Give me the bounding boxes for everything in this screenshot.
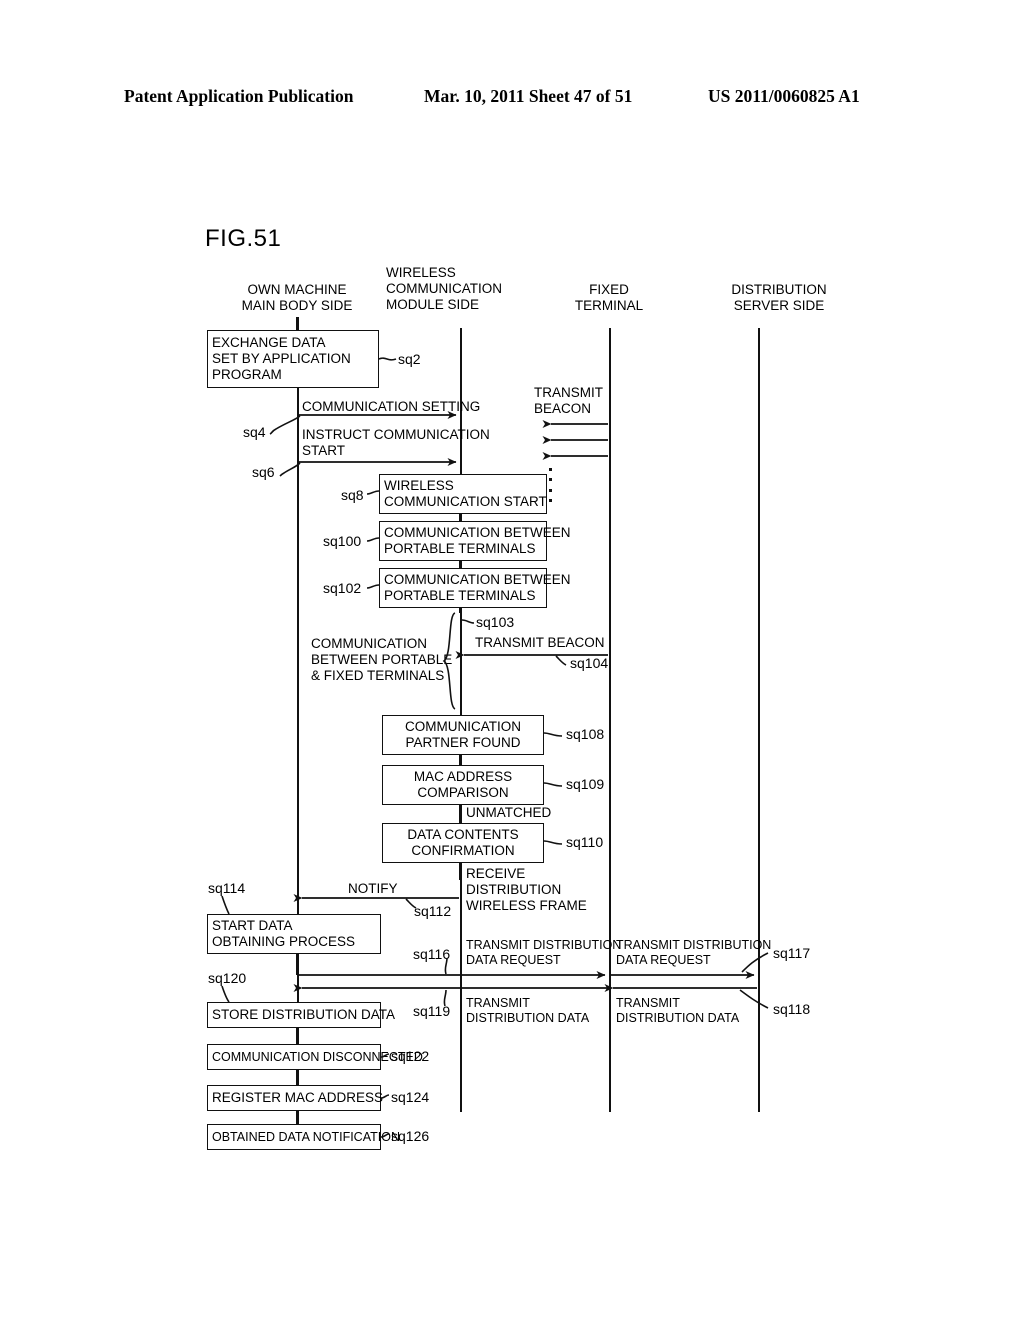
lane-title-own-machine: OWN MACHINE MAIN BODY SIDE <box>241 282 353 313</box>
ref-label-sq100: sq100 <box>323 533 362 549</box>
ref-label-sq8: sq8 <box>341 487 364 503</box>
diagram-vector-overlay <box>221 317 769 1138</box>
ref-label-sq120: sq120 <box>208 970 247 986</box>
ref-label-sq114: sq114 <box>208 880 246 896</box>
ref-label-sq108: sq108 <box>566 726 605 742</box>
process-box-sq109: MAC ADDRESS COMPARISON <box>382 765 544 805</box>
message-label-sq119: TRANSMIT DISTRIBUTION DATA <box>466 996 590 1025</box>
lane-title-fixed-terminal: FIXED TERMINAL <box>574 282 644 313</box>
process-box-sq102: COMMUNICATION BETWEEN PORTABLE TERMINALS <box>379 568 571 608</box>
leader-sq120 <box>221 985 230 1003</box>
process-box-sq8: WIRELESS COMMUNICATION START <box>379 474 547 514</box>
ref-label-sq110: sq110 <box>566 834 604 850</box>
ref-label-sq109: sq109 <box>566 776 605 792</box>
leader-sq4 <box>269 415 301 435</box>
patent-page: Patent Application Publication Mar. 10, … <box>0 0 1024 1320</box>
leader-sq100 <box>366 537 380 542</box>
process-box-sq2: EXCHANGE DATA SET BY APPLICATION PROGRAM <box>207 330 379 388</box>
annotation-bracket-label: COMMUNICATION BETWEEN PORTABLE & FIXED T… <box>311 636 453 683</box>
ref-label-sq104: sq104 <box>570 655 609 671</box>
annotation-unmatched: UNMATCHED <box>466 805 552 820</box>
leader-sq118 <box>739 989 769 1009</box>
leader-sq103 <box>461 619 475 624</box>
beacon-repeat-ellipsis <box>547 468 553 502</box>
message-label-beacon: TRANSMIT BEACON <box>534 385 603 416</box>
process-box-sq120: STORE DISTRIBUTION DATA <box>207 1002 395 1028</box>
leader-sq109 <box>543 782 563 787</box>
leader-sq104 <box>555 655 567 666</box>
header-date-sheet: Mar. 10, 2011 Sheet 47 of 51 <box>424 86 633 106</box>
message-label-sq104: TRANSMIT BEACON <box>475 635 605 650</box>
ref-label-sq6: sq6 <box>252 464 275 480</box>
process-box-sq100: COMMUNICATION BETWEEN PORTABLE TERMINALS <box>379 521 571 561</box>
leader-sq108 <box>543 732 563 737</box>
leader-sq110 <box>543 840 563 845</box>
process-box-sq124: REGISTER MAC ADDRESS <box>207 1085 383 1111</box>
leader-sq102 <box>366 584 380 589</box>
leader-sq2 <box>378 357 397 361</box>
ref-label-sq117: sq117 <box>773 945 811 961</box>
ref-label-sq112: sq112 <box>414 903 452 919</box>
message-label-sq116: TRANSMIT DISTRIBUTION DATA REQUEST <box>466 938 622 967</box>
ref-label-sq124: sq124 <box>391 1089 430 1105</box>
process-box-sq126: OBTAINED DATA NOTIFICATION <box>207 1124 400 1150</box>
ref-label-sq118: sq118 <box>773 1001 811 1017</box>
ref-label-sq119: sq119 <box>413 1003 451 1019</box>
message-label-sq118: TRANSMIT DISTRIBUTION DATA <box>616 996 740 1025</box>
ref-label-sq116: sq116 <box>413 946 451 962</box>
message-label-sq112: NOTIFY <box>348 881 398 896</box>
process-box-sq108: COMMUNICATION PARTNER FOUND <box>382 715 544 755</box>
lifeline-fixed-terminal <box>609 328 611 1112</box>
process-box-sq114: START DATA OBTAINING PROCESS <box>207 914 381 954</box>
ref-label-sq122: sq122 <box>391 1048 430 1064</box>
process-box-sq122: COMMUNICATION DISCONNECTED <box>207 1044 423 1070</box>
ref-label-sq4: sq4 <box>243 424 266 440</box>
lane-title-wireless-module: WIRELESS COMMUNICATION MODULE SIDE <box>386 265 502 312</box>
message-label-sq117: TRANSMIT DISTRIBUTION DATA REQUEST <box>616 938 772 967</box>
header-publication: Patent Application Publication <box>124 86 354 106</box>
lifeline-distribution-server <box>758 328 760 1112</box>
header-patent-number: US 2011/0060825 A1 <box>708 86 860 106</box>
figure-number: FIG.51 <box>205 225 282 252</box>
lane-title-distribution-server: DISTRIBUTION SERVER SIDE <box>731 282 827 313</box>
ref-label-sq103: sq103 <box>476 614 515 630</box>
ref-label-sq2: sq2 <box>398 351 421 367</box>
ref-label-sq102: sq102 <box>323 580 362 596</box>
annotation-receive-frame: RECEIVE DISTRIBUTION WIRELESS FRAME <box>466 866 587 913</box>
message-label-sq4: COMMUNICATION SETTING <box>302 399 481 414</box>
process-box-sq110: DATA CONTENTS CONFIRMATION <box>382 823 544 863</box>
leader-sq114 <box>221 895 230 915</box>
leader-sq8 <box>366 490 380 495</box>
ref-label-sq126: sq126 <box>391 1128 430 1144</box>
message-label-sq6: INSTRUCT COMMUNICATION START <box>302 427 490 458</box>
